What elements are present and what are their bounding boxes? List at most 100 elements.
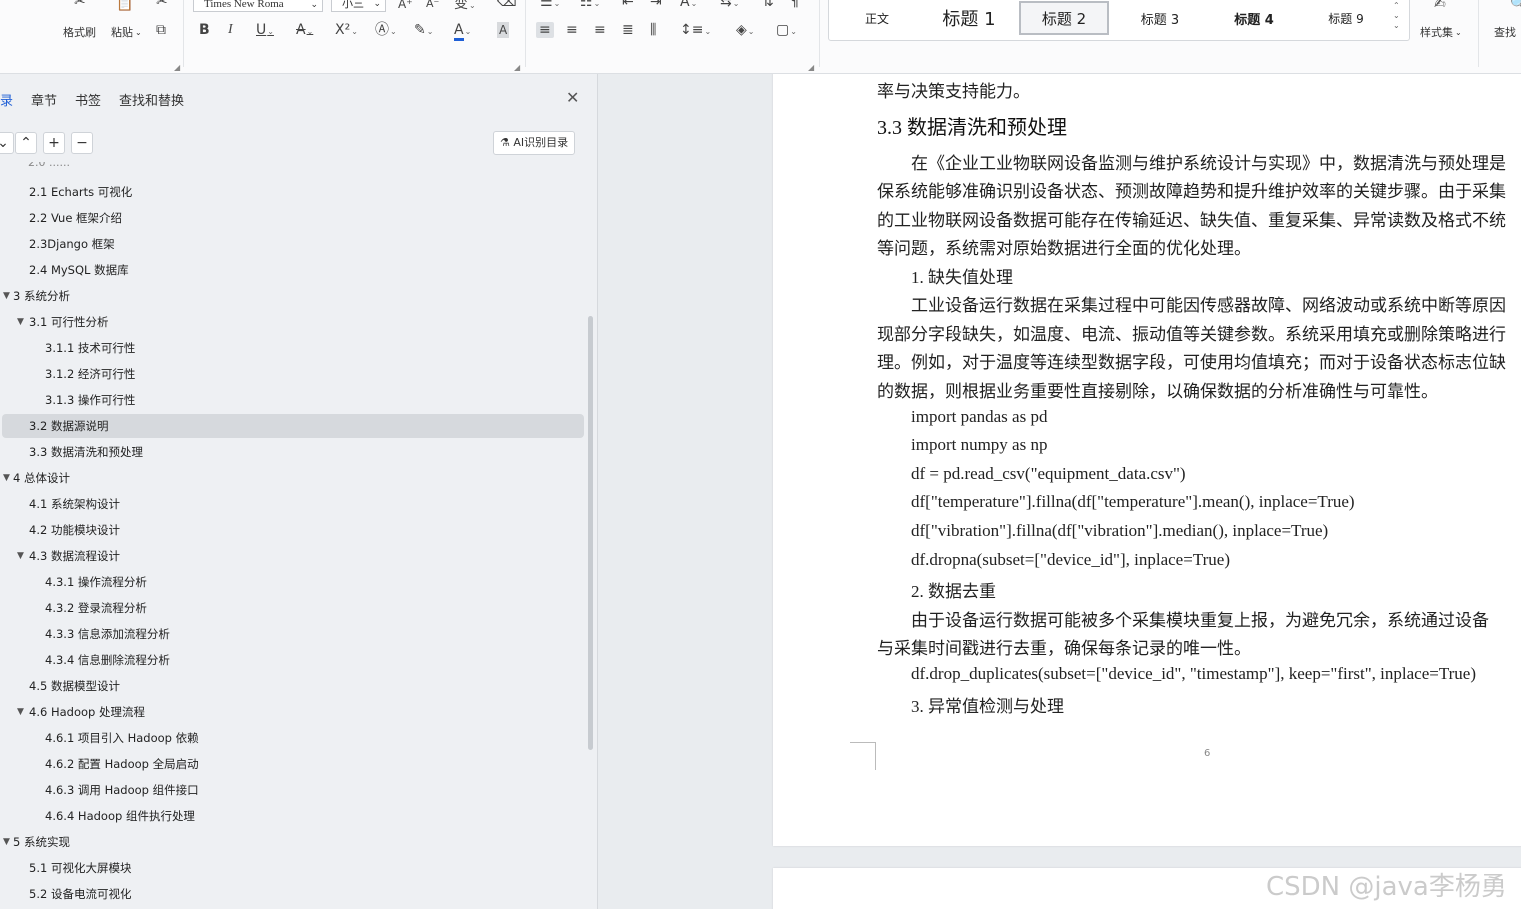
paste-icon[interactable]: 📋 <box>116 0 133 12</box>
italic-icon[interactable]: I <box>228 22 233 38</box>
toc-item[interactable]: ▼ 4.6 Hadoop 处理流程 <box>2 700 584 724</box>
toc-item-label: 4.6 Hadoop 处理流程 <box>29 705 145 719</box>
style-set-button[interactable]: 样式集 ⌄ <box>1420 24 1462 40</box>
justify-icon[interactable]: ≣ <box>622 22 634 38</box>
show-marks-icon[interactable]: ¶ <box>790 0 799 10</box>
expand-arrow-icon[interactable]: ▼ <box>3 466 10 490</box>
font-launcher-icon[interactable]: ◢ <box>514 63 520 72</box>
font-size-select[interactable]: 小三 ⌄ <box>331 0 386 12</box>
grow-font-icon[interactable]: A⁺ <box>398 0 413 12</box>
toc-item[interactable]: 4.3.3 信息添加流程分析 <box>2 622 584 646</box>
nav-scrollbar[interactable] <box>588 316 593 750</box>
toc-item[interactable]: 4.5 数据模型设计 <box>2 674 584 698</box>
nav-up-button[interactable]: ⌃ <box>15 132 37 154</box>
style-heading-4[interactable]: 标题 4 <box>1209 1 1299 35</box>
increase-indent-icon[interactable]: ⇥ <box>650 0 662 10</box>
toc-item[interactable]: 2.3Django 框架 <box>2 232 584 256</box>
toc-item[interactable]: ▼ 4 总体设计 <box>2 466 584 490</box>
clipboard-launcher-icon[interactable]: ◢ <box>174 63 180 72</box>
toc-item[interactable]: 5.1 可视化大屏模块 <box>2 856 584 880</box>
change-case-icon[interactable]: A⌄ <box>680 0 697 12</box>
toc-item[interactable]: 4.1 系统架构设计 <box>2 492 584 516</box>
toc-item-label: 5.2 设备电流可视化 <box>29 887 132 901</box>
nav-dropdown-button[interactable]: ⌄ <box>0 132 14 154</box>
style-heading-3[interactable]: 标题 3 <box>1115 1 1205 35</box>
paragraph-launcher-icon[interactable]: ◢ <box>808 63 814 72</box>
numbered-list-icon[interactable]: ☷⌄ <box>580 0 600 12</box>
clear-format-icon[interactable]: ⌫ <box>497 0 517 10</box>
borders-icon[interactable]: ▢⌄ <box>776 22 797 40</box>
toc-item[interactable]: 4.3.2 登录流程分析 <box>2 596 584 620</box>
toc-item[interactable]: 4.6.1 项目引入 Hadoop 依赖 <box>2 726 584 750</box>
char-shading-icon[interactable]: A <box>497 22 510 38</box>
toc-item[interactable]: 2.2 Vue 框架介绍 <box>2 206 584 230</box>
style-heading-2[interactable]: 标题 2 <box>1019 1 1109 35</box>
toc-item[interactable]: 2.4 MySQL 数据库 <box>2 258 584 282</box>
toc-item[interactable]: ▼ 5 系统实现 <box>2 830 584 854</box>
line-spacing-icon[interactable]: ↕≡⌄ <box>680 22 711 40</box>
superscript-icon[interactable]: X²⌄ <box>335 22 358 40</box>
toc-item[interactable]: ▼ 4.3 数据流程设计 <box>2 544 584 568</box>
gallery-scroll-icon[interactable]: ⌃ ⌄ ⌄ <box>1393 1 1403 31</box>
expand-arrow-icon[interactable]: ▼ <box>17 544 24 568</box>
expand-arrow-icon[interactable]: ▼ <box>17 700 24 724</box>
style-normal[interactable]: 正文 <box>837 1 917 35</box>
bullet-list-icon[interactable]: ☰⌄ <box>540 0 560 12</box>
underline-icon[interactable]: U⌄ <box>256 22 274 40</box>
highlight-icon[interactable]: ✎⌄ <box>414 22 433 40</box>
paste-button[interactable]: 粘贴 ⌄ <box>111 24 142 40</box>
tab-chapters[interactable]: 章节 <box>31 90 57 110</box>
toc-item[interactable]: ▼ 3.1 可行性分析 <box>2 310 584 334</box>
align-left-icon[interactable]: ≡ <box>536 22 554 38</box>
sort-icon[interactable]: ⇅ <box>762 0 774 10</box>
format-painter-button[interactable]: 格式刷 <box>63 24 96 40</box>
chevron-up-icon: ⌃ <box>20 135 32 151</box>
shading-icon[interactable]: ◈⌄ <box>736 22 754 40</box>
nav-add-button[interactable]: + <box>43 132 65 154</box>
font-family-select[interactable]: Times New Roma ⌄ <box>193 0 323 12</box>
strikethrough-icon[interactable]: A⌄ <box>296 22 313 40</box>
toc-item[interactable]: 4.3.4 信息删除流程分析 <box>2 648 584 672</box>
toc-item[interactable]: 2.1 Echarts 可视化 <box>2 180 584 204</box>
distribute-icon[interactable]: ⫼ <box>650 22 656 38</box>
text-effect-icon[interactable]: Ⓐ⌄ <box>375 22 397 40</box>
toc-item[interactable]: 4.2 功能模块设计 <box>2 518 584 542</box>
phonetic-guide-icon[interactable]: 变⌄ <box>454 0 476 14</box>
style-heading-9[interactable]: 标题 9 <box>1303 1 1389 35</box>
toc-item[interactable]: 3.2 数据源说明 <box>2 414 584 438</box>
find-icon[interactable]: 🔍 <box>1510 0 1521 12</box>
close-icon[interactable]: ✕ <box>566 88 579 107</box>
tab-bookmarks[interactable]: 书签 <box>75 90 101 110</box>
toc-item[interactable]: 3.1.2 经济可行性 <box>2 362 584 386</box>
tab-toc[interactable]: 录 <box>0 90 13 110</box>
bold-icon[interactable]: B <box>199 22 210 38</box>
align-center-icon[interactable]: ≡ <box>566 22 578 38</box>
cut-icon[interactable]: ✂ <box>156 0 168 10</box>
style-set-icon[interactable]: ✍ <box>1434 0 1446 12</box>
nav-remove-button[interactable]: − <box>71 132 93 154</box>
group-divider <box>183 0 184 67</box>
style-heading-1[interactable]: 标题 1 <box>923 1 1015 35</box>
ai-toc-button[interactable]: ⚗ AI识别目录 <box>493 131 576 155</box>
toc-item[interactable]: 4.3.1 操作流程分析 <box>2 570 584 594</box>
font-color-icon[interactable]: A⌄ <box>454 22 471 41</box>
decrease-indent-icon[interactable]: ⇤ <box>622 0 634 10</box>
toc-item[interactable]: 4.6.2 配置 Hadoop 全局启动 <box>2 752 584 776</box>
expand-arrow-icon[interactable]: ▼ <box>17 310 24 334</box>
expand-arrow-icon[interactable]: ▼ <box>3 830 10 854</box>
toc-item[interactable]: 3.1.1 技术可行性 <box>2 336 584 360</box>
find-button[interactable]: 查找 <box>1494 24 1516 40</box>
expand-arrow-icon[interactable]: ▼ <box>3 284 10 308</box>
cut-icon[interactable]: ✂ <box>74 0 86 10</box>
toc-item[interactable]: ▼ 3 系统分析 <box>2 284 584 308</box>
tab-find-replace[interactable]: 查找和替换 <box>119 90 184 110</box>
copy-icon[interactable]: ⧉ <box>156 22 166 38</box>
toc-item[interactable]: 4.6.4 Hadoop 组件执行处理 <box>2 804 584 828</box>
toc-item[interactable]: 3.1.3 操作可行性 <box>2 388 584 412</box>
shrink-font-icon[interactable]: A⁻ <box>426 0 439 12</box>
align-right-icon[interactable]: ≡ <box>594 22 606 38</box>
toc-item[interactable]: 3.3 数据清洗和预处理 <box>2 440 584 464</box>
toc-item[interactable]: 4.6.3 调用 Hadoop 组件接口 <box>2 778 584 802</box>
text-direction-icon[interactable]: ⇆⌄ <box>720 0 739 12</box>
toc-item[interactable]: 5.2 设备电流可视化 <box>2 882 584 906</box>
